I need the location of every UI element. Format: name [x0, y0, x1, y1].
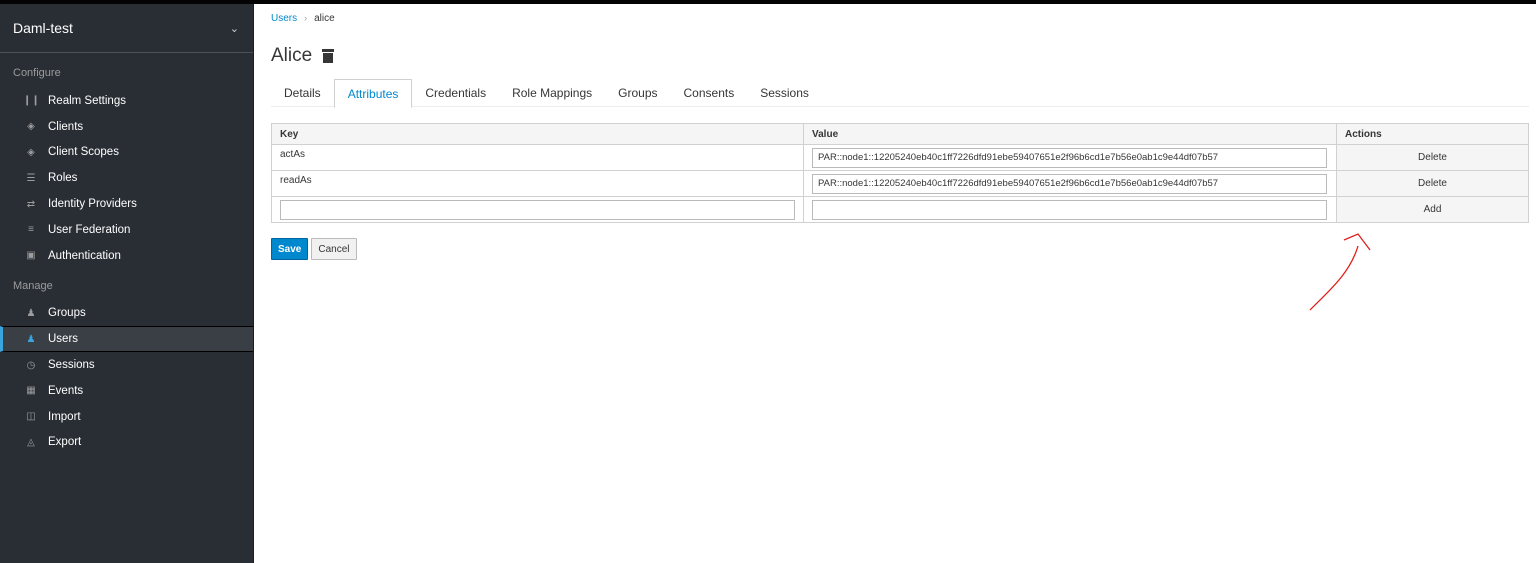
- new-value-input[interactable]: [812, 199, 1327, 220]
- sidebar-item-label: Roles: [48, 172, 78, 185]
- attribute-key-cell: readAs: [271, 170, 804, 197]
- cancel-button[interactable]: Cancel: [311, 238, 357, 260]
- chevron-down-icon: ⌄: [229, 22, 239, 35]
- list-icon: ☰: [26, 172, 36, 184]
- sidebar-item-import[interactable]: ◫ Import: [0, 404, 253, 430]
- tab-sessions[interactable]: Sessions: [747, 79, 822, 107]
- tab-credentials[interactable]: Credentials: [412, 79, 499, 107]
- database-icon: ≡: [28, 224, 34, 236]
- sidebar-item-users[interactable]: ♟ Users: [0, 326, 253, 353]
- attribute-value-cell: PAR::node1::12205240eb40c1ff7226dfd91ebe…: [803, 170, 1337, 197]
- sidebar-item-label: Authentication: [48, 249, 121, 262]
- sidebar-item-label: Sessions: [48, 359, 95, 372]
- import-icon: ◫: [26, 411, 36, 423]
- cube-icon: ◈: [27, 121, 35, 133]
- sidebar-item-user-federation[interactable]: ≡ User Federation: [0, 217, 253, 243]
- manage-section-label: Manage: [13, 279, 53, 292]
- sidebar-item-label: Import: [48, 410, 81, 423]
- breadcrumb: Users › alice: [271, 4, 1529, 32]
- new-value-cell: [803, 196, 1337, 223]
- trash-icon[interactable]: [322, 48, 335, 63]
- sidebar-item-label: User Federation: [48, 223, 131, 236]
- sidebar-item-label: Client Scopes: [48, 146, 119, 159]
- sidebar-item-label: Groups: [48, 307, 86, 320]
- sidebar-item-authentication[interactable]: ▣ Authentication: [0, 243, 253, 269]
- attribute-value-cell: PAR::node1::12205240eb40c1ff7226dfd91ebe…: [803, 144, 1337, 171]
- new-key-cell: [271, 196, 804, 223]
- attribute-value-input[interactable]: PAR::node1::12205240eb40c1ff7226dfd91ebe…: [812, 173, 1327, 194]
- calendar-icon: ▦: [26, 385, 36, 397]
- sidebar: Daml-test ⌄ Configure ❙❙ Realm Settings …: [0, 4, 254, 563]
- tab-details[interactable]: Details: [271, 79, 334, 107]
- add-button[interactable]: Add: [1336, 196, 1529, 223]
- value-column-header: Value: [803, 123, 1337, 145]
- table-row: readAs PAR::node1::12205240eb40c1ff7226d…: [271, 170, 1529, 197]
- breadcrumb-users-link[interactable]: Users: [271, 13, 297, 24]
- sidebar-item-label: Realm Settings: [48, 94, 126, 107]
- sidebar-item-groups[interactable]: ♟ Groups: [0, 301, 253, 327]
- sidebar-item-clients[interactable]: ◈ Clients: [0, 114, 253, 140]
- sidebar-item-label: Export: [48, 436, 82, 449]
- delete-button[interactable]: Delete: [1336, 144, 1529, 171]
- table-header-row: Key Value Actions: [271, 123, 1529, 145]
- breadcrumb-current: alice: [314, 12, 335, 24]
- attribute-key: readAs: [280, 175, 312, 186]
- save-button[interactable]: Save: [271, 238, 309, 260]
- right-edge: [1529, 4, 1536, 563]
- page-title: Alice: [271, 44, 313, 66]
- attribute-value-input[interactable]: PAR::node1::12205240eb40c1ff7226dfd91ebe…: [812, 147, 1327, 168]
- sidebar-item-label: Events: [48, 384, 84, 397]
- sidebar-item-roles[interactable]: ☰ Roles: [0, 165, 253, 191]
- sidebar-item-events[interactable]: ▦ Events: [0, 378, 253, 404]
- sidebar-item-label: Clients: [48, 120, 84, 133]
- sidebar-item-sessions[interactable]: ◷ Sessions: [0, 352, 253, 378]
- sidebar-item-client-scopes[interactable]: ◈ Client Scopes: [0, 140, 253, 166]
- key-column-header: Key: [271, 123, 804, 145]
- sidebar-item-label: Users: [48, 333, 79, 346]
- attribute-key: actAs: [280, 149, 306, 160]
- exchange-icon: ⇄: [26, 198, 36, 210]
- lock-icon: ▣: [26, 250, 36, 262]
- new-key-input[interactable]: [280, 199, 795, 220]
- realm-selector[interactable]: Daml-test ⌄: [0, 4, 253, 53]
- user-icon: ♟: [26, 333, 36, 345]
- page-title-row: Alice: [271, 32, 1529, 79]
- sidebar-item-export[interactable]: ◬ Export: [0, 430, 253, 456]
- table-row: actAs PAR::node1::12205240eb40c1ff7226df…: [271, 144, 1529, 171]
- realm-name: Daml-test: [13, 20, 73, 36]
- clock-icon: ◷: [26, 359, 36, 371]
- delete-button[interactable]: Delete: [1336, 170, 1529, 197]
- tab-consents[interactable]: Consents: [671, 79, 748, 107]
- sidebar-item-realm-settings[interactable]: ❙❙ Realm Settings: [0, 88, 253, 114]
- new-attribute-row: Add: [271, 196, 1529, 223]
- tab-bar: Details Attributes Credentials Role Mapp…: [271, 79, 1529, 108]
- tab-attributes[interactable]: Attributes: [333, 79, 413, 108]
- configure-section-label: Configure: [13, 67, 61, 79]
- main-content: Users › alice Alice Details Attributes C…: [271, 4, 1529, 260]
- form-buttons: Save Cancel: [271, 238, 357, 260]
- sidebar-item-label: Identity Providers: [48, 198, 137, 211]
- attributes-table: Key Value Actions actAs PAR::node1::1220…: [271, 123, 1529, 223]
- export-icon: ◬: [27, 436, 35, 448]
- attribute-key-cell: actAs: [271, 144, 804, 171]
- cubes-icon: ◈: [27, 146, 35, 158]
- chevron-right-icon: ›: [304, 13, 308, 23]
- tab-groups[interactable]: Groups: [605, 79, 670, 107]
- sliders-icon: ❙❙: [23, 95, 40, 107]
- actions-column-header: Actions: [1336, 123, 1529, 145]
- sidebar-item-identity-providers[interactable]: ⇄ Identity Providers: [0, 191, 253, 217]
- tab-role-mappings[interactable]: Role Mappings: [499, 79, 605, 107]
- users-icon: ♟: [26, 307, 36, 319]
- red-arrow-annotation: [1309, 233, 1371, 311]
